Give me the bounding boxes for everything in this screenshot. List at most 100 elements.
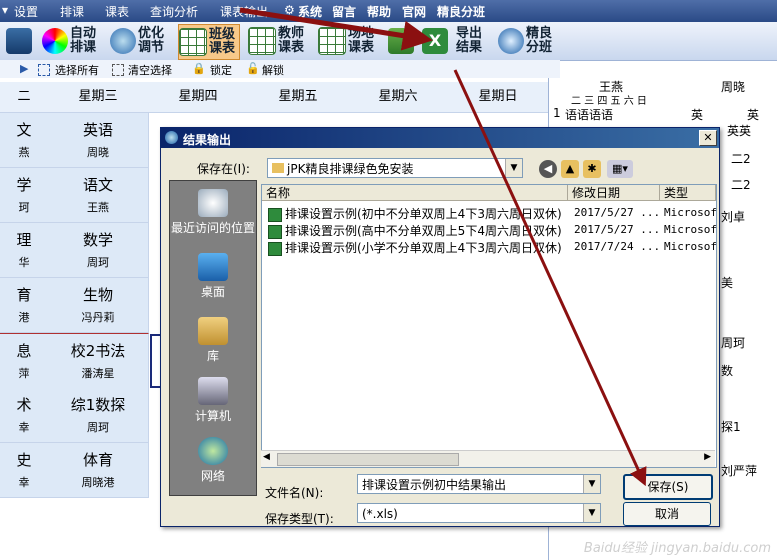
column-name[interactable]: 名称 [262,185,568,201]
chevron-down-icon: ▼ [583,475,600,493]
menu-query[interactable]: 查询分析 [150,3,198,20]
save-disk-button[interactable] [388,24,416,58]
unlock-button[interactable]: 解锁 [262,62,284,78]
file-row[interactable]: 排课设置示例(小学不分单双周上4下3周六周日双休) [268,239,562,256]
optimize-button[interactable]: 优化调节 [110,24,168,58]
lesson-cell[interactable]: 数学 周珂 [48,223,149,278]
mini-cell: 英 [747,108,760,122]
day-header: 星期五 [248,82,349,113]
lesson-cell[interactable]: 学珂 [0,168,49,223]
menu-help[interactable]: 帮助 [367,3,391,20]
scroll-thumb[interactable] [277,453,459,466]
scroll-right-icon[interactable]: ▶ [704,452,711,462]
mini-cell: 数 [721,364,734,378]
save-in-select[interactable]: jPK精良排课绿色免安装 ▼ [267,158,523,178]
menu-system[interactable]: 系统 [298,3,322,20]
watermark: Baidu经验 jingyan.baidu.com [583,541,771,556]
day-header: 星期三 [48,82,149,113]
menu-message[interactable]: 留言 [332,3,356,20]
menu-output[interactable]: 课表输出 [220,3,268,20]
mini-title: 刘严萍 [721,464,758,478]
filename-label: 文件名(N): [265,486,324,500]
places-bar: 最近访问的位置 桌面 库 计算机 网络 [169,180,257,496]
filetype-select[interactable]: (*.xls) ▼ [357,503,601,523]
lesson-cell[interactable]: 体育 周晓港 [48,443,149,498]
desktop-icon [198,253,228,281]
room-timetable-button[interactable]: 场地课表 [318,24,378,58]
horizontal-scrollbar[interactable]: ◀ ▶ [261,450,715,467]
mini-cell: 探1 [721,420,741,434]
menu-settings[interactable]: 设置 [14,3,38,20]
menu-arrow-icon: ▾ [2,3,9,17]
cancel-button[interactable]: 取消 [623,502,711,526]
lesson-cell[interactable]: 术幸 [0,388,49,443]
close-icon[interactable]: ✕ [699,130,717,146]
lesson-cell[interactable]: 史幸 [0,443,49,498]
menu-website[interactable]: 官网 [402,3,426,20]
lesson-cell[interactable]: 育港 [0,278,49,333]
view-menu-icon[interactable]: ▦▾ [607,160,633,178]
selection-bar: ▶ 选择所有 清空选择 🔒 锁定 🔓 解锁 [0,60,560,78]
mini-cell: 英 [691,108,704,122]
export-result-button[interactable]: X 导出结果 [422,24,486,58]
lesson-cell[interactable]: 理华 [0,223,49,278]
lock-button[interactable]: 锁定 [210,62,232,78]
place-desktop[interactable]: 桌面 [170,253,256,300]
new-folder-icon[interactable]: ✱ [583,160,601,178]
library-icon [198,317,228,345]
scroll-left-icon[interactable]: ◀ [263,452,270,462]
unlock-icon: 🔓 [246,62,260,75]
menu-split-class[interactable]: 精良分班 [437,3,485,20]
day-header: 星期六 [348,82,449,113]
column-date[interactable]: 修改日期 [568,185,660,201]
file-type: Microsof [664,206,717,219]
day-header: 星期四 [148,82,249,113]
menu-timetable[interactable]: 课表 [105,3,129,20]
teacher-name: 周晓 [721,80,746,94]
lesson-cell[interactable]: 校2书法 潘涛星 [48,333,149,389]
place-network[interactable]: 网络 [170,437,256,484]
column-type[interactable]: 类型 [660,185,716,201]
excel-icon: X [422,28,448,54]
mini-cell: 二2 [731,152,751,166]
file-row[interactable]: 排课设置示例(初中不分单双周上4下3周六周日双休) [268,205,562,222]
download-button[interactable] [6,24,34,58]
split-class-button[interactable]: 精良分班 [498,24,556,58]
grid-icon [179,28,207,56]
toolbar: 自动排课 优化调节 班级课表 教师课表 场地课表 X 导出结果 精良分班 [0,22,777,61]
mini-days: 二 三 四 五 六 日 [571,96,647,107]
lesson-cell[interactable]: 综1数探 周珂 [48,388,149,443]
excel-file-icon [268,207,282,222]
lesson-cell[interactable]: 生物 冯丹莉 [48,278,149,333]
auto-schedule-button[interactable]: 自动排课 [42,24,100,58]
lesson-cell[interactable]: 英语 周晓 [48,113,149,168]
lesson-cell[interactable]: 语文 王燕 [48,168,149,223]
disk-icon [388,28,414,54]
grid-icon [248,27,276,55]
optimize-icon [110,28,136,54]
save-button[interactable]: 保存(S) [623,474,713,500]
computer-icon [198,377,228,405]
up-folder-icon[interactable]: ▲ [561,160,579,178]
menu-schedule[interactable]: 排课 [60,3,84,20]
select-all-button[interactable]: 选择所有 [55,62,99,78]
place-recent[interactable]: 最近访问的位置 [170,189,256,236]
place-computer[interactable]: 计算机 [170,377,256,424]
mini-row-num: 1 [553,106,561,120]
color-wheel-icon [42,28,68,54]
gear-icon: ⚙ [284,3,295,17]
filename-input[interactable]: 排课设置示例初中结果输出 ▼ [357,474,601,494]
file-row[interactable]: 排课设置示例(高中不分单双周上5下4周六周日双休) [268,222,562,239]
mini-title: 周珂 [721,336,746,350]
grid-icon [318,27,346,55]
clear-selection-button[interactable]: 清空选择 [128,62,172,78]
back-icon[interactable]: ◀ [539,160,557,178]
teacher-timetable-button[interactable]: 教师课表 [248,24,308,58]
place-library[interactable]: 库 [170,317,256,364]
day-header: 二 [0,82,49,113]
file-date: 2017/7/24 ... [574,240,661,253]
class-timetable-button[interactable]: 班级课表 [178,24,240,60]
lesson-cell[interactable]: 文燕 [0,113,49,168]
lesson-cell[interactable]: 息萍 [0,333,49,389]
file-date: 2017/5/27 ... [574,223,661,236]
